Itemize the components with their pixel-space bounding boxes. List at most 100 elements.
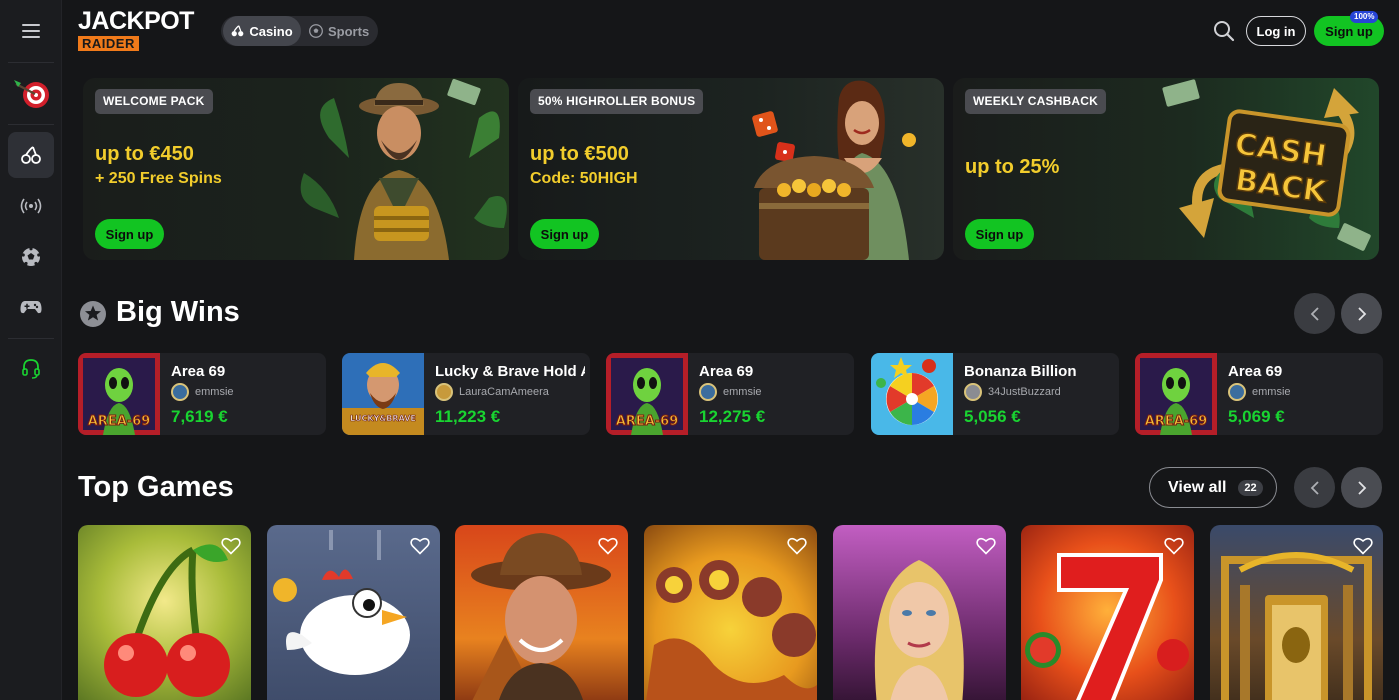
favorite-heart-icon[interactable]	[787, 537, 807, 555]
win-user: emmsie	[699, 383, 762, 401]
cherry-icon[interactable]	[8, 132, 54, 178]
avatar	[699, 383, 717, 401]
sidebar-divider	[8, 338, 54, 339]
promo-subtitle: + 250 Free Spins	[95, 170, 222, 187]
sidebar	[0, 0, 62, 700]
win-game-name: Area 69	[171, 363, 226, 380]
games-count-badge: 22	[1238, 479, 1263, 496]
big-win-card[interactable]: LUCKY&BRAVE Lucky & Brave Hold A LauraCa…	[342, 353, 590, 435]
game-tile-chicken[interactable]	[267, 525, 440, 700]
game-tile-explorer[interactable]	[455, 525, 628, 700]
avatar	[1228, 383, 1246, 401]
big-win-card[interactable]: Bonanza Billion 34JustBuzzard 5,056 €	[871, 353, 1119, 435]
win-username: LauraCamAmeera	[459, 386, 549, 398]
win-game-name: Area 69	[699, 363, 754, 380]
big-wins-prev-button[interactable]	[1294, 293, 1335, 334]
view-all-button[interactable]: View all 22	[1149, 467, 1277, 508]
top-header: JACKPOT RAIDER Casino Sports Log in Sign…	[62, 0, 1399, 62]
treasure-woman-image	[752, 80, 916, 260]
casino-sports-switch: Casino Sports	[221, 16, 378, 46]
search-icon[interactable]	[1213, 20, 1235, 42]
win-amount: 5,069 €	[1228, 407, 1285, 426]
promo-banner-cashback[interactable]: WEEKLY CASHBACK up to 25% Sign up CASH B…	[953, 78, 1379, 260]
promo-signup-button[interactable]: Sign up	[95, 219, 164, 249]
win-amount: 5,056 €	[964, 407, 1021, 426]
big-win-card[interactable]: AREA-69 Area 69 emmsie 12,275 €	[606, 353, 854, 435]
favorite-heart-icon[interactable]	[221, 537, 241, 555]
game-tile-oops[interactable]	[644, 525, 817, 700]
win-username: 34JustBuzzard	[988, 386, 1061, 398]
avatar	[964, 383, 982, 401]
explorer-character-image	[300, 78, 507, 260]
favorite-heart-icon[interactable]	[1164, 537, 1184, 555]
chevron-left-icon	[1310, 480, 1319, 495]
win-username: emmsie	[1252, 386, 1291, 398]
top-games-title: Top Games	[78, 471, 234, 503]
thumbnail-text: AREA-69	[88, 414, 151, 429]
win-game-name: Lucky & Brave Hold A	[435, 363, 585, 380]
cherry-icon	[231, 25, 244, 37]
sidebar-divider	[8, 124, 54, 125]
promo-banner-welcome[interactable]: WELCOME PACK up to €450 + 250 Free Spins…	[83, 78, 509, 260]
win-game-name: Bonanza Billion	[964, 363, 1077, 380]
jackpot-raider-logo[interactable]: JACKPOT RAIDER	[78, 9, 198, 53]
tab-casino[interactable]: Casino	[223, 16, 301, 46]
promo-badge: 50% HIGHROLLER BONUS	[530, 89, 704, 114]
thumbnail-text: LUCKY&BRAVE	[350, 414, 416, 423]
promo-badge: WEEKLY CASHBACK	[965, 89, 1107, 114]
lucky-brave-game-thumbnail: LUCKY&BRAVE	[342, 353, 424, 435]
game-tile-cherry[interactable]	[78, 525, 251, 700]
tab-sports-label: Sports	[328, 23, 370, 39]
promo-amount: up to €500	[530, 143, 629, 165]
logo-text-top: JACKPOT	[78, 7, 194, 35]
win-amount: 12,275 €	[699, 407, 766, 426]
cashback-emblem-image: CASH BACK	[1162, 79, 1371, 251]
signup-bonus-badge: 100%	[1350, 11, 1379, 23]
promo-amount: up to 25%	[965, 156, 1060, 178]
area-69-game-thumbnail: AREA-69	[78, 353, 160, 435]
promo-subtitle: Code: 50HIGH	[530, 170, 638, 187]
promo-signup-button[interactable]: Sign up	[530, 219, 599, 249]
win-user: LauraCamAmeera	[435, 383, 549, 401]
login-button[interactable]: Log in	[1246, 16, 1306, 46]
soccer-ball-icon[interactable]	[8, 234, 54, 280]
logo-text-bottom: RAIDER	[78, 36, 139, 51]
win-amount: 7,619 €	[171, 407, 228, 426]
win-amount: 11,223 €	[435, 407, 501, 426]
game-tile-seven[interactable]	[1021, 525, 1194, 700]
live-broadcast-icon[interactable]	[8, 183, 54, 229]
top-games-next-button[interactable]	[1341, 467, 1382, 508]
win-user: emmsie	[1228, 383, 1291, 401]
thumbnail-text: AREA-69	[1145, 414, 1208, 429]
dart-target-icon[interactable]	[8, 71, 54, 117]
favorite-heart-icon[interactable]	[1353, 537, 1373, 555]
promo-banner-highroller[interactable]: 50% HIGHROLLER BONUS up to €500 Code: 50…	[518, 78, 944, 260]
big-wins-title: Big Wins	[116, 296, 240, 328]
big-win-card[interactable]: AREA-69 Area 69 emmsie 7,619 €	[78, 353, 326, 435]
headset-support-icon[interactable]	[8, 346, 54, 392]
gamepad-icon[interactable]	[8, 284, 54, 330]
chevron-left-icon	[1310, 306, 1319, 321]
big-wins-next-button[interactable]	[1341, 293, 1382, 334]
favorite-heart-icon[interactable]	[410, 537, 430, 555]
favorite-heart-icon[interactable]	[598, 537, 618, 555]
win-username: emmsie	[723, 386, 762, 398]
tab-sports[interactable]: Sports	[307, 16, 375, 46]
win-game-name: Area 69	[1228, 363, 1283, 380]
promo-badge: WELCOME PACK	[95, 89, 213, 114]
win-user: 34JustBuzzard	[964, 383, 1061, 401]
promo-signup-button[interactable]: Sign up	[965, 219, 1034, 249]
soccer-ball-icon	[309, 24, 323, 38]
sidebar-divider	[8, 62, 54, 63]
promo-amount: up to €450	[95, 143, 194, 165]
thumbnail-text: AREA-69	[616, 414, 679, 429]
area-69-game-thumbnail: AREA-69	[1135, 353, 1217, 435]
avatar	[171, 383, 189, 401]
game-tile-egypt[interactable]	[1210, 525, 1383, 700]
menu-icon[interactable]	[8, 8, 54, 54]
big-win-card[interactable]: AREA-69 Area 69 emmsie 5,069 €	[1135, 353, 1383, 435]
favorite-heart-icon[interactable]	[976, 537, 996, 555]
chevron-right-icon	[1357, 480, 1366, 495]
top-games-prev-button[interactable]	[1294, 467, 1335, 508]
game-tile-lady[interactable]	[833, 525, 1006, 700]
